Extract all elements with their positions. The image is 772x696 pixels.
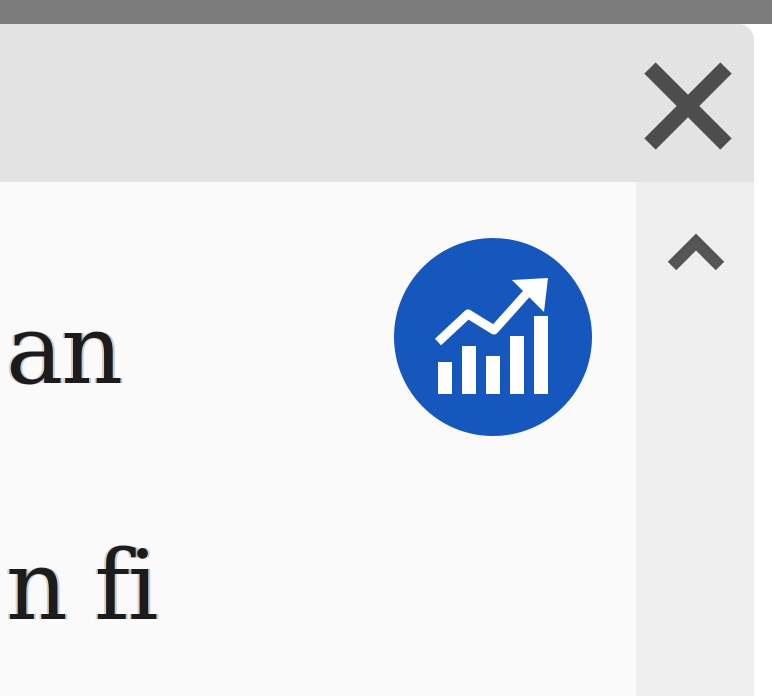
chart-badge[interactable]: [394, 238, 592, 436]
dialog-window: an n fi: [0, 24, 754, 696]
vertical-scrollbar[interactable]: [636, 182, 754, 696]
title-bar: [0, 24, 754, 182]
window-right-edge: [754, 24, 772, 696]
close-button[interactable]: [636, 54, 740, 158]
window-top-border: [0, 0, 772, 24]
chevron-up-icon: [667, 233, 725, 271]
content-text-line: an: [6, 294, 123, 406]
page: an n fi: [0, 0, 772, 696]
close-icon: [644, 62, 732, 150]
chart-growth-icon: [434, 278, 548, 394]
content-text-line: n fi: [6, 530, 159, 642]
scroll-up-button[interactable]: [664, 228, 728, 276]
content-pane: an n fi: [0, 182, 636, 696]
